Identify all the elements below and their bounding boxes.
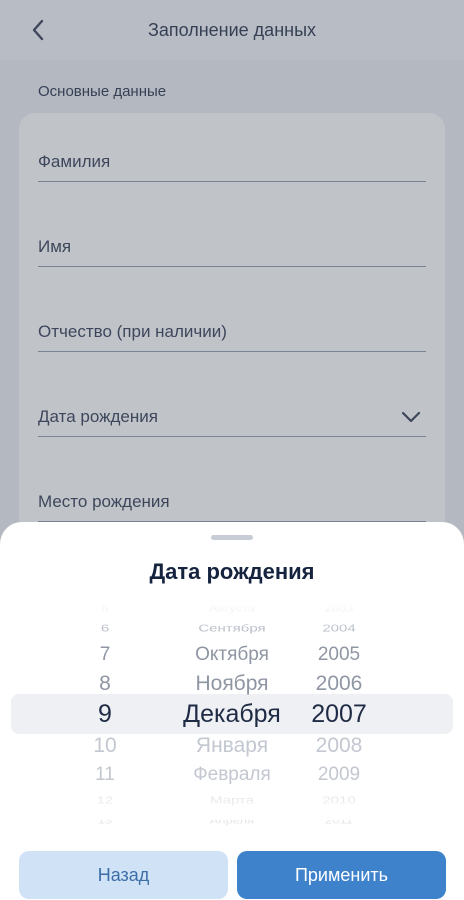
day-option[interactable]: 6	[62, 623, 148, 634]
back-sheet-button[interactable]: Назад	[19, 851, 228, 899]
day-option[interactable]: 12	[62, 795, 148, 806]
year-option[interactable]: 2011	[278, 815, 400, 824]
day-selected[interactable]: 9	[62, 701, 148, 727]
date-picker: 5 6 7 8 9 10 11 12 13 Августа Сентября Октября Нояб…	[0, 600, 464, 825]
year-option[interactable]: 2010	[278, 795, 400, 806]
day-option[interactable]: 10	[62, 735, 148, 756]
day-option[interactable]: 5	[62, 603, 148, 612]
sheet-grabber[interactable]	[211, 535, 253, 540]
year-option[interactable]: 2003	[278, 603, 400, 612]
day-wheel[interactable]: 5 6 7 8 9 10 11 12 13	[62, 600, 148, 824]
year-wheel[interactable]: 2003 2004 2005 2006 2007 2008 2009 2010 2011	[278, 600, 400, 824]
day-option[interactable]: 13	[62, 815, 148, 824]
year-selected[interactable]: 2007	[278, 701, 400, 727]
year-option[interactable]: 2005	[278, 645, 400, 664]
day-option[interactable]: 7	[62, 645, 148, 664]
sheet-title: Дата рождения	[149, 559, 315, 584]
day-option[interactable]: 8	[62, 673, 148, 694]
apply-button[interactable]: Применить	[237, 851, 446, 899]
year-option[interactable]: 2006	[278, 673, 400, 694]
year-option[interactable]: 2004	[278, 623, 400, 634]
year-option[interactable]: 2008	[278, 735, 400, 756]
day-option[interactable]: 11	[62, 765, 148, 784]
date-picker-sheet: Дата рождения 5 6 7 8 9 10 11 12 13 Августа Сентя…	[0, 522, 464, 900]
year-option[interactable]: 2009	[278, 765, 400, 784]
